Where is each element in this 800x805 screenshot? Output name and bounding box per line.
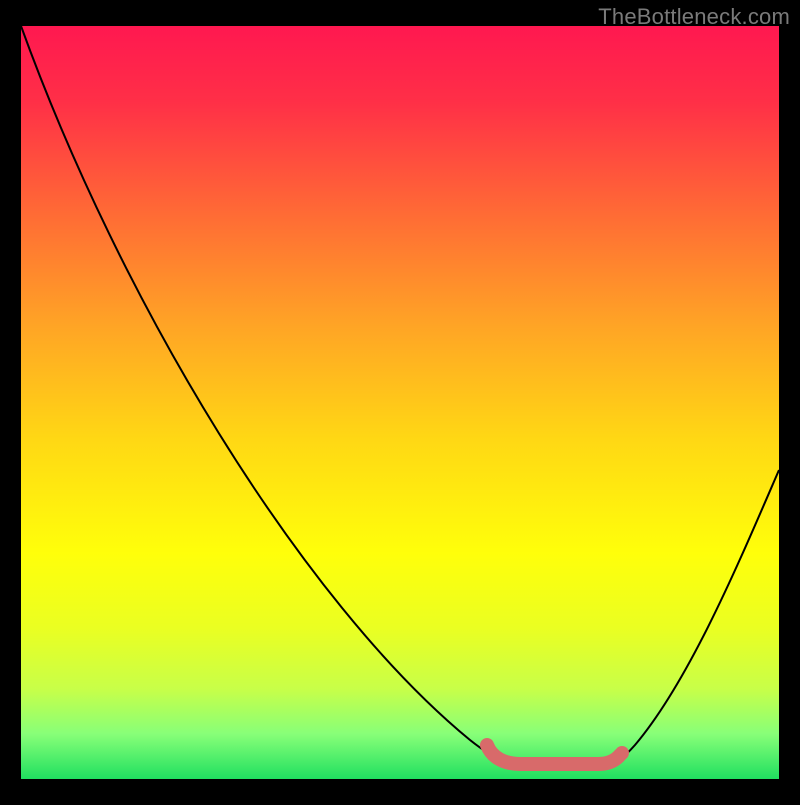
watermark-text: TheBottleneck.com — [598, 4, 790, 30]
bottleneck-chart: TheBottleneck.com — [0, 0, 800, 800]
chart-svg — [0, 0, 800, 800]
plot-area — [21, 26, 779, 779]
marker-dot — [615, 746, 629, 760]
